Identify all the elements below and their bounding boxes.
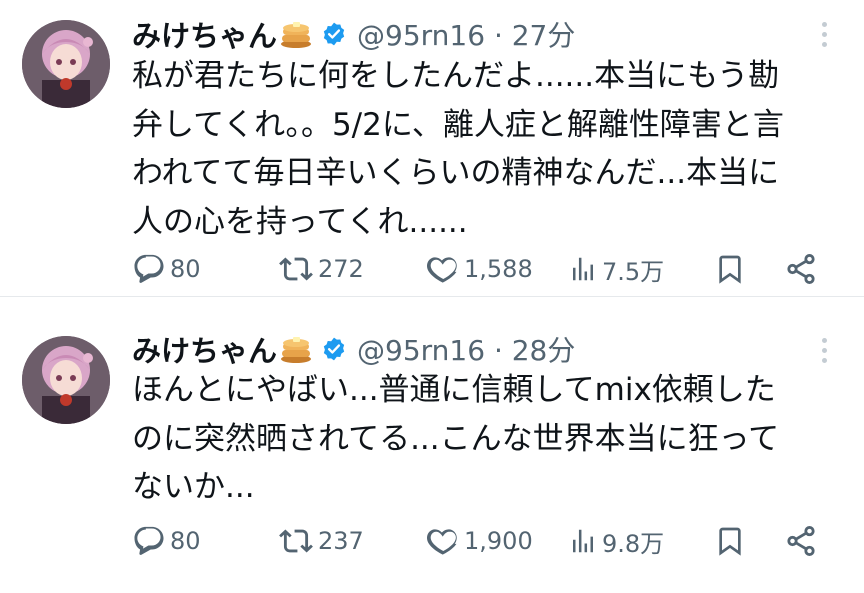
more-options-icon[interactable] <box>822 338 830 363</box>
view-count: 9.8万 <box>602 529 665 558</box>
reply-icon <box>132 524 166 558</box>
retweet-count: 237 <box>318 527 364 555</box>
bookmark-button[interactable] <box>714 521 746 561</box>
share-icon <box>784 524 818 558</box>
retweet-icon <box>278 524 314 558</box>
tweet-header: みけちゃん @95rn16 · 28分 <box>132 329 575 369</box>
views-icon <box>568 524 598 558</box>
verified-badge-icon <box>321 336 347 362</box>
pancake-emoji-icon <box>279 333 313 365</box>
views-button[interactable]: 9.8万 <box>568 521 664 561</box>
tweet-feed: みけちゃん @95rn16 · 27分 私が君たちに何をしたんだよ......本… <box>0 0 864 558</box>
bookmark-icon <box>714 524 746 558</box>
tweet-text-line: のに突然晒されてる...こんな世界本当に狂って <box>132 420 780 457</box>
action-bar: 80 237 1,900 9.8万 <box>132 521 832 561</box>
like-icon <box>426 524 460 558</box>
like-count: 1,900 <box>464 527 533 555</box>
tweet-text-line: ほんとにやばい...普通に信頼してmix依頼した <box>132 372 776 408</box>
share-button[interactable] <box>784 521 818 561</box>
retweet-button[interactable]: 237 <box>278 521 364 561</box>
handle-and-time[interactable]: @95rn16 · 28分 <box>357 329 575 369</box>
tweet-text-line: ないか... <box>132 469 255 505</box>
author-name[interactable]: みけちゃん <box>132 328 277 370</box>
avatar[interactable] <box>22 336 110 424</box>
tweet-text: ほんとにやばい...普通に信頼してmix依頼した のに突然晒されてる...こんな… <box>132 366 832 512</box>
reply-count: 80 <box>170 527 201 555</box>
reply-button[interactable]: 80 <box>132 521 201 561</box>
tweet-divider <box>0 296 864 297</box>
like-button[interactable]: 1,900 <box>426 521 533 561</box>
tweet[interactable]: みけちゃん @95rn16 · 28分 ほんとにやばい...普通に信頼してmix… <box>0 0 864 558</box>
